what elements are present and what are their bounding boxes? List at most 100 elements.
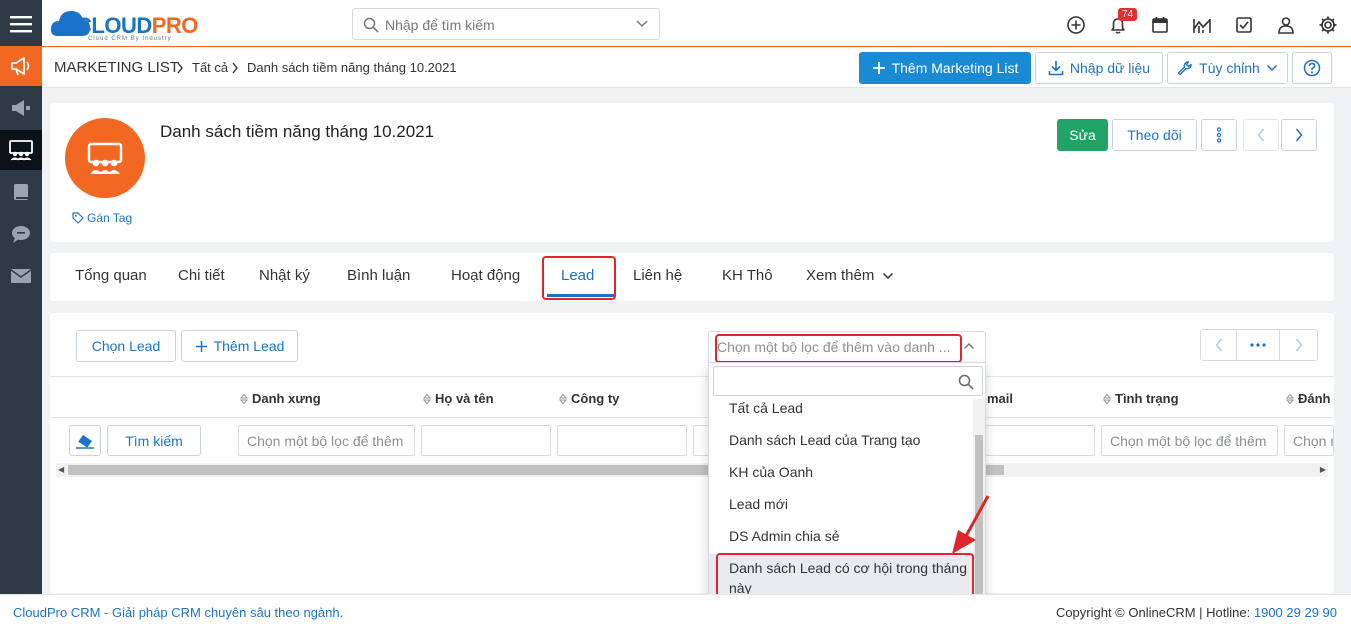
add-marketing-list-label: Thêm Marketing List	[891, 60, 1019, 76]
chart-icon	[1193, 19, 1211, 33]
column-status-label: Tình trạng	[1115, 391, 1179, 406]
rail-item-marketing[interactable]	[0, 46, 42, 86]
filter-status-input[interactable]	[1101, 425, 1278, 456]
search-button[interactable]: Tìm kiếm	[107, 425, 201, 456]
column-company[interactable]: Công ty	[559, 391, 619, 406]
rail-item-campaign[interactable]	[0, 88, 42, 128]
global-search[interactable]	[352, 8, 660, 40]
record-avatar	[65, 118, 145, 198]
filter-email-input[interactable]	[985, 425, 1095, 456]
tab-overview[interactable]: Tổng quan	[75, 267, 147, 284]
left-rail	[0, 0, 42, 630]
audience-icon	[87, 142, 123, 174]
cloudpro-logo[interactable]: CLOUDPRO Cloud CRM By Industry	[48, 6, 208, 42]
help-button[interactable]	[1292, 52, 1332, 84]
chevron-down-icon[interactable]	[635, 19, 649, 29]
reports-button[interactable]	[1191, 14, 1213, 36]
filter-option[interactable]: Lead mới	[709, 494, 975, 514]
help-icon	[1303, 59, 1321, 77]
menu-toggle[interactable]	[0, 4, 42, 44]
edit-label: Sửa	[1069, 127, 1096, 143]
tab-comments[interactable]: Bình luận	[347, 267, 410, 284]
table-header: Danh xưng Họ và tên Công ty mail Tình tr…	[50, 376, 1334, 418]
edit-button[interactable]: Sửa	[1057, 119, 1108, 151]
filter-option[interactable]: Tất cả Lead	[709, 398, 975, 418]
filter-option[interactable]: Danh sách Lead của Trang tạo	[709, 430, 975, 450]
logo-text-cloud: CLOUD	[76, 13, 152, 38]
filter-full-name-input[interactable]	[421, 425, 551, 456]
pager-previous-button[interactable]	[1200, 329, 1237, 361]
tasks-button[interactable]	[1233, 14, 1255, 36]
filter-option[interactable]: DS Admin chia sẻ	[709, 526, 975, 546]
clear-filters-button[interactable]	[69, 425, 101, 456]
column-status[interactable]: Tình trạng	[1103, 391, 1179, 406]
filter-salutation-input[interactable]	[238, 425, 415, 456]
sort-icon	[240, 393, 248, 404]
add-marketing-list-button[interactable]: Thêm Marketing List	[859, 52, 1031, 84]
filter-option[interactable]: KH của Oanh	[709, 462, 975, 482]
lead-related-list: Chọn Lead Thêm Lead Danh xưng Họ và tên …	[50, 313, 1334, 593]
chevron-right-icon	[177, 62, 183, 74]
tab-raw-customers[interactable]: KH Thô	[722, 267, 773, 284]
record-title: Danh sách tiềm năng tháng 10.2021	[160, 122, 435, 141]
sort-icon	[559, 393, 567, 404]
breadcrumb-item-all[interactable]: Tất cả	[192, 60, 228, 75]
chevron-right-icon	[1295, 338, 1302, 352]
add-lead-label: Thêm Lead	[213, 338, 285, 354]
search-icon	[363, 17, 379, 33]
import-data-button[interactable]: Nhập dữ liệu	[1035, 52, 1163, 84]
calendar-icon	[1152, 17, 1168, 33]
filter-dropdown-search[interactable]	[713, 366, 983, 396]
column-email[interactable]: mail	[987, 391, 1013, 406]
more-actions-button[interactable]	[1201, 119, 1237, 151]
follow-button[interactable]: Theo dõi	[1112, 119, 1197, 151]
customize-label: Tùy chỉnh	[1199, 60, 1260, 76]
tab-history[interactable]: Nhật ký	[259, 267, 310, 284]
settings-button[interactable]	[1317, 14, 1339, 36]
quick-create-button[interactable]	[1065, 14, 1087, 36]
chevron-down-icon	[1266, 64, 1277, 72]
calendar-button[interactable]	[1149, 14, 1171, 36]
logo-text-pro: PRO	[151, 13, 199, 38]
tab-contacts[interactable]: Liên hệ	[633, 267, 682, 284]
filter-rating-input[interactable]	[1284, 425, 1334, 456]
previous-record-button[interactable]	[1243, 119, 1279, 151]
logo-tagline: Cloud CRM By Industry	[88, 36, 172, 42]
sort-icon	[1286, 393, 1294, 404]
bullhorn-icon	[12, 100, 30, 116]
customize-button[interactable]: Tùy chỉnh	[1167, 52, 1288, 84]
column-full-name[interactable]: Họ và tên	[423, 391, 494, 406]
horizontal-scrollbar[interactable]: ◀ ▶	[56, 463, 1328, 477]
add-lead-button[interactable]: Thêm Lead	[181, 330, 298, 362]
search-input[interactable]	[385, 15, 625, 35]
chevron-up-icon	[964, 343, 974, 349]
filter-select-highlight	[715, 334, 962, 363]
pager-more-button[interactable]	[1236, 329, 1280, 361]
notification-count-badge: 74	[1118, 8, 1138, 21]
select-lead-button[interactable]: Chọn Lead	[76, 330, 176, 362]
rail-item-chat[interactable]	[0, 214, 42, 254]
rail-item-marketing-list[interactable]	[0, 130, 42, 170]
footer-tagline[interactable]: CloudPro CRM - Giải pháp CRM chuyên sâu …	[13, 605, 343, 620]
sort-icon	[423, 393, 431, 404]
pager-next-button[interactable]	[1279, 329, 1318, 361]
search-button-label: Tìm kiếm	[125, 432, 183, 449]
select-lead-label: Chọn Lead	[91, 338, 161, 354]
scroll-right-arrow-icon[interactable]: ▶	[1320, 465, 1326, 474]
assign-tag-link[interactable]: Gán Tag	[72, 211, 132, 225]
tab-more-label: Xem thêm	[806, 267, 875, 284]
tab-activities[interactable]: Hoạt động	[451, 267, 520, 284]
rail-item-knowledge[interactable]	[0, 172, 42, 212]
filter-company-input[interactable]	[557, 425, 687, 456]
rail-item-mail[interactable]	[0, 256, 42, 296]
tab-details[interactable]: Chi tiết	[178, 267, 225, 284]
scroll-left-arrow-icon[interactable]: ◀	[58, 465, 64, 474]
next-record-button[interactable]	[1281, 119, 1317, 151]
chevron-right-icon	[232, 62, 238, 74]
user-profile-button[interactable]	[1275, 14, 1297, 36]
footer-hotline[interactable]: 1900 29 29 90	[1254, 605, 1337, 620]
column-rating[interactable]: Đánh	[1286, 391, 1331, 406]
module-title[interactable]: MARKETING LIST	[54, 59, 179, 76]
column-salutation[interactable]: Danh xưng	[240, 391, 321, 406]
tab-more[interactable]: Xem thêm	[806, 267, 894, 284]
